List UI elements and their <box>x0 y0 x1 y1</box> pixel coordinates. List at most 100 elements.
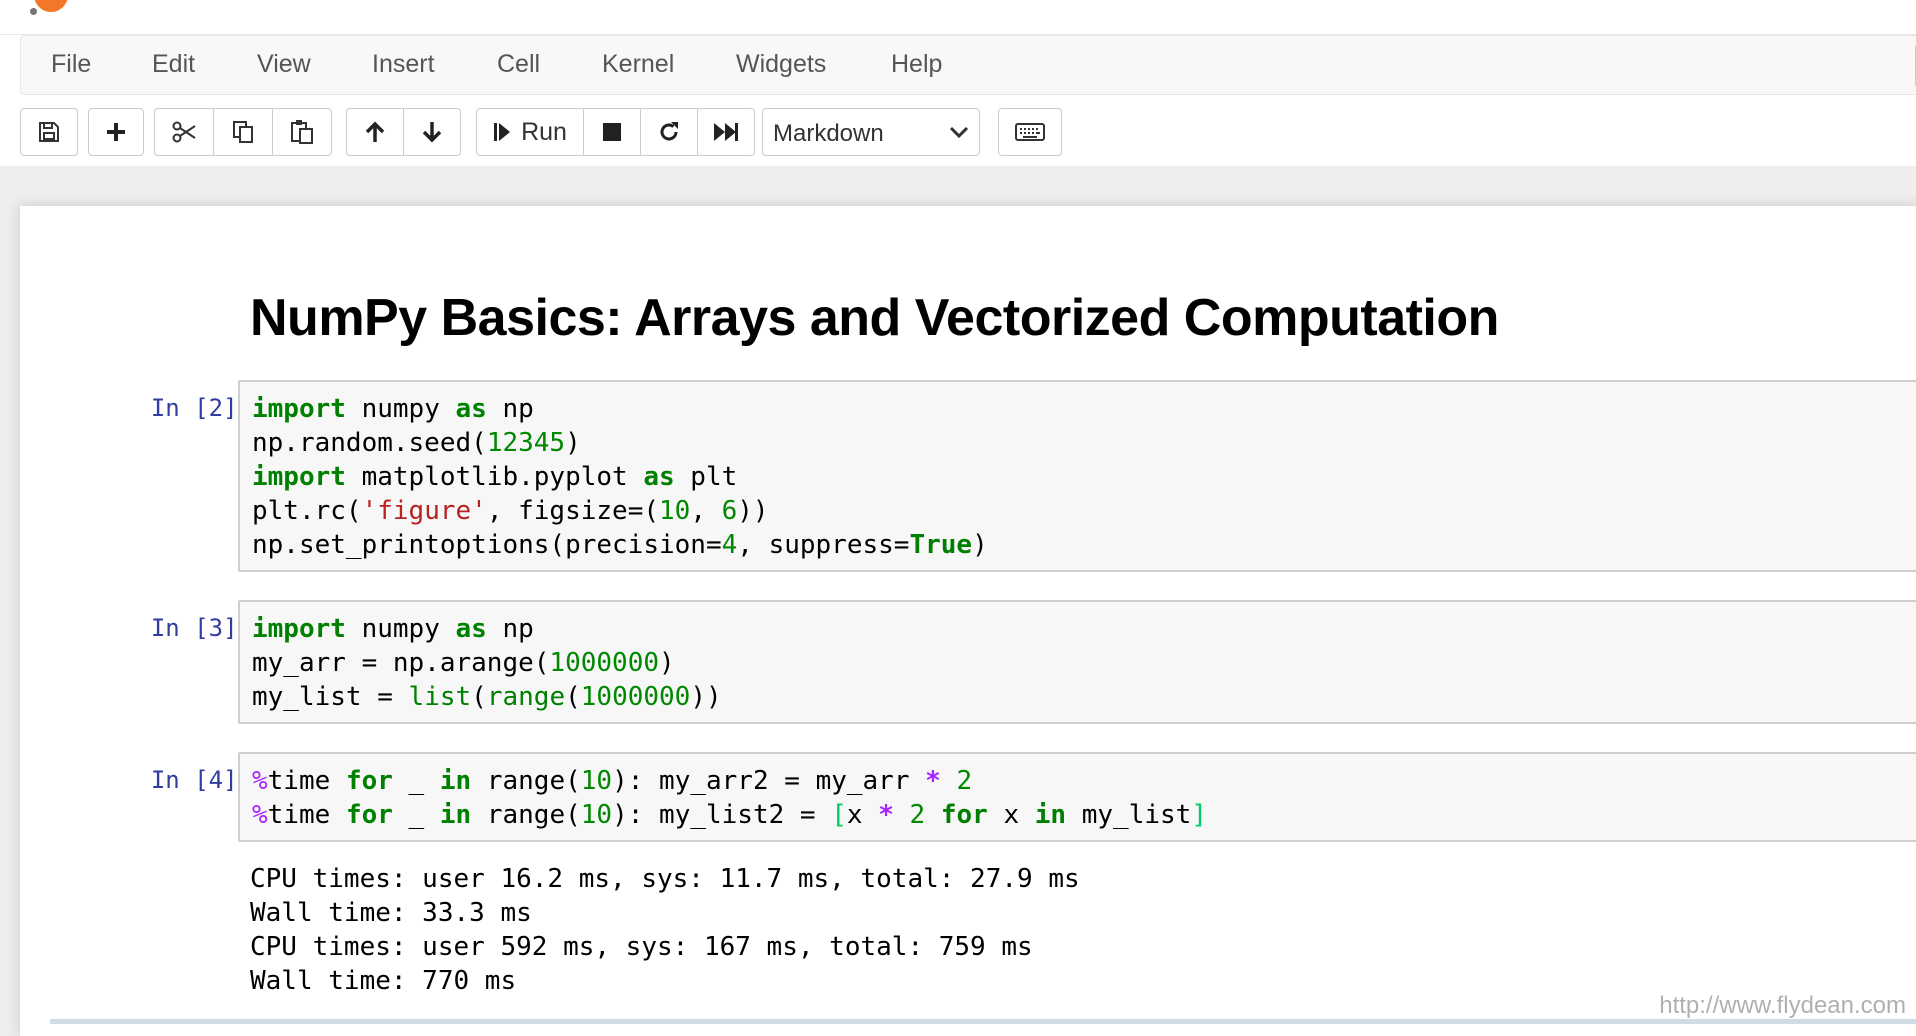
toolbar-group-insert <box>88 108 144 156</box>
copy-icon <box>233 121 253 143</box>
cell-type-select[interactable]: Markdown <box>762 108 980 156</box>
code-text: ): my_list2 = <box>612 800 832 830</box>
code-number: 10 <box>580 766 613 796</box>
code-keyword: for <box>940 800 988 830</box>
menu-widgets[interactable]: Widgets <box>736 50 826 79</box>
code-number: 2 <box>956 766 973 796</box>
code-line: plt.rc('figure', figsize=(10, 6)) <box>252 494 1916 528</box>
menu-cell[interactable]: Cell <box>497 50 540 79</box>
toolbar-group-keyboard <box>998 108 1062 156</box>
menu-insert[interactable]: Insert <box>372 50 435 79</box>
cell-output: CPU times: user 16.2 ms, sys: 11.7 ms, t… <box>250 862 1080 998</box>
code-line: import numpy as np <box>252 392 1916 426</box>
watermark: http://www.flydean.com <box>1659 992 1906 1019</box>
code-text: ) <box>659 648 675 678</box>
code-keyword: import <box>252 614 346 644</box>
code-line: my_arr = np.arange(1000000) <box>252 646 1916 680</box>
output-line: CPU times: user 592 ms, sys: 167 ms, tot… <box>250 932 1033 962</box>
code-keyword: as <box>643 462 675 492</box>
code-number: 4 <box>721 530 738 560</box>
code-text: my_list <box>1066 800 1192 830</box>
cell-prompt: In [4]: <box>150 766 252 794</box>
arrow-up-icon <box>365 121 385 142</box>
code-text: ( <box>471 682 487 712</box>
code-text: x <box>846 800 879 830</box>
code-line: my_list = list(range(1000000)) <box>252 680 1916 714</box>
code-keyword: for <box>345 800 393 830</box>
code-number: 12345 <box>486 428 566 458</box>
code-number: 10 <box>659 496 691 526</box>
cut-cell-button[interactable] <box>154 108 214 156</box>
jupyter-logo-dot <box>30 8 37 15</box>
arrow-down-icon <box>422 122 442 143</box>
code-text: plt <box>674 462 738 492</box>
code-keyword: in <box>1034 800 1067 830</box>
code-cell-input[interactable]: import numpy as np np.random.seed(12345) i… <box>238 380 1916 572</box>
code-bracket: [ <box>831 800 847 830</box>
code-line: np.set_printoptions(precision=4, suppres… <box>252 528 1916 562</box>
code-text: range( <box>471 766 581 796</box>
code-number: 6 <box>721 496 738 526</box>
menubar: File Edit View Insert Cell Kernel Widget… <box>20 35 1916 95</box>
code-text: np <box>486 394 534 424</box>
insert-cell-below-button[interactable] <box>88 108 144 156</box>
code-text: time <box>267 800 346 830</box>
copy-cell-button[interactable] <box>213 108 273 156</box>
code-text: ) <box>972 530 988 560</box>
code-keyword: True <box>909 530 973 560</box>
code-operator: * <box>925 766 941 796</box>
code-text: x <box>987 800 1035 830</box>
chevron-down-icon <box>949 126 969 139</box>
interrupt-kernel-button[interactable] <box>583 108 641 156</box>
code-keyword: in <box>439 800 472 830</box>
code-text: np <box>486 614 534 644</box>
page-bottom-border <box>50 1019 1916 1024</box>
restart-kernel-button[interactable] <box>640 108 698 156</box>
code-cell-input[interactable]: import numpy as np my_arr = np.arange(100… <box>238 600 1916 724</box>
code-text: time <box>267 766 346 796</box>
save-button[interactable] <box>20 108 78 156</box>
keyboard-icon <box>1015 123 1045 141</box>
toolbar-group-save <box>20 108 78 156</box>
cell-type-value: Markdown <box>773 120 884 147</box>
command-palette-button[interactable] <box>998 108 1062 156</box>
code-text: range( <box>471 800 581 830</box>
menu-help[interactable]: Help <box>891 50 942 79</box>
run-cell-button[interactable]: Run <box>476 108 584 156</box>
code-text: ( <box>565 682 581 712</box>
code-number: 10 <box>580 800 613 830</box>
code-line: np.random.seed(12345) <box>252 426 1916 460</box>
code-text: my_arr = np.arange( <box>252 648 550 678</box>
restart-icon <box>660 122 678 141</box>
notebook-page: NumPy Basics: Arrays and Vectorized Comp… <box>20 206 1916 1036</box>
restart-run-all-button[interactable] <box>697 108 755 156</box>
menu-edit[interactable]: Edit <box>152 50 195 79</box>
code-keyword: for <box>345 766 393 796</box>
move-cell-down-button[interactable] <box>403 108 461 156</box>
notebook-header: File Edit View Insert Cell Kernel Widget… <box>0 0 1916 166</box>
move-cell-up-button[interactable] <box>346 108 404 156</box>
code-string: 'figure' <box>361 496 487 526</box>
notebook-title[interactable]: NumPy Basics: Arrays and Vectorized Comp… <box>250 288 1499 348</box>
menu-kernel[interactable]: Kernel <box>602 50 674 79</box>
paste-cell-button[interactable] <box>272 108 332 156</box>
jupyter-logo-icon[interactable] <box>34 0 68 12</box>
code-number: 2 <box>909 800 926 830</box>
code-builtin: list <box>408 682 472 712</box>
code-text: numpy <box>345 394 456 424</box>
menu-view[interactable]: View <box>257 50 311 79</box>
menu-file[interactable]: File <box>51 50 91 79</box>
step-forward-icon <box>494 123 511 141</box>
output-line: Wall time: 770 ms <box>250 966 517 996</box>
cell-prompt: In [2]: <box>150 394 252 422</box>
code-text: _ <box>392 800 440 830</box>
code-line: %time for _ in range(10): my_arr2 = my_a… <box>252 764 1916 798</box>
code-bracket: ] <box>1191 800 1207 830</box>
code-cell-input[interactable]: %time for _ in range(10): my_arr2 = my_a… <box>238 752 1916 842</box>
code-text: )) <box>737 496 769 526</box>
code-text: )) <box>690 682 722 712</box>
code-text: _ <box>392 766 440 796</box>
